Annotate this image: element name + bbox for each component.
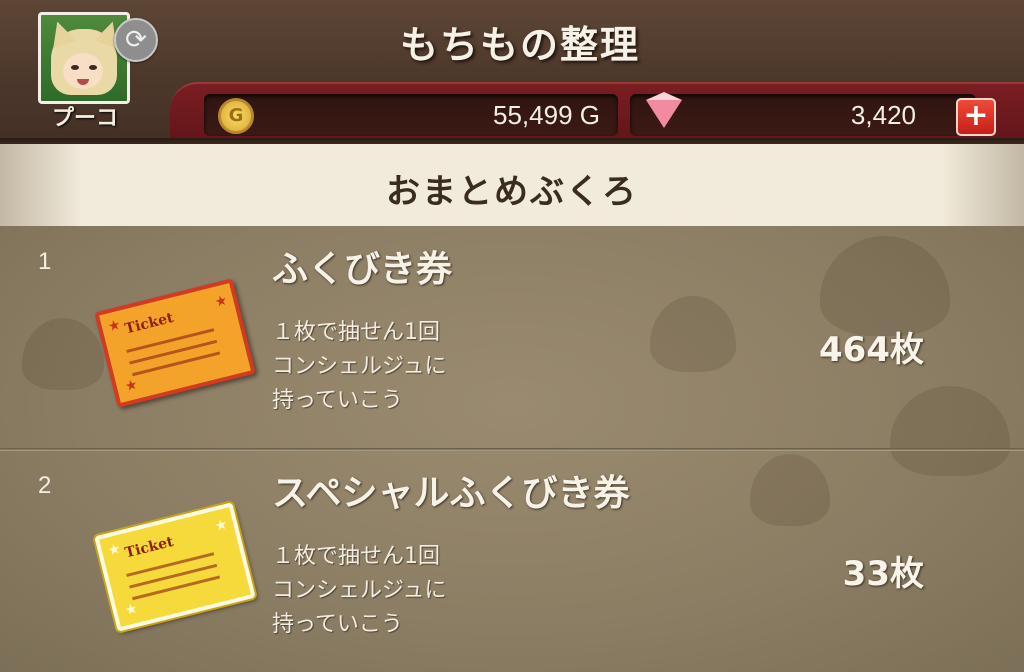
description-line: 持っていこう	[272, 388, 403, 413]
star-icon: ★	[106, 316, 123, 336]
ticket-line	[132, 351, 221, 377]
star-icon: ★	[123, 376, 140, 396]
ticket-line	[129, 563, 218, 589]
description-line: コンシェルジュに	[272, 354, 447, 379]
item-name: ふくびき券	[272, 249, 453, 290]
ticket-logo: Ticket	[123, 309, 176, 338]
item-count: 33枚	[842, 554, 924, 594]
gem-display: 3,420	[630, 92, 976, 136]
item-description: １枚で抽せん1回 コンシェルジュに 持っていこう	[272, 540, 446, 642]
swap-character-icon[interactable]: ⟳	[114, 18, 158, 62]
currency-bar: G 55,499 G 3,420 +	[170, 82, 1024, 144]
description-line: １枚で抽せん1回	[272, 320, 440, 345]
ticket-logo: Ticket	[123, 533, 176, 562]
avatar-eye	[71, 65, 79, 70]
ticket-line	[129, 339, 218, 365]
star-icon: ★	[213, 516, 230, 535]
item-name: スペシャルふくびき券	[272, 473, 630, 514]
item-index: 2	[38, 472, 52, 499]
list-item[interactable]: 2 ★ ★ ★ Ticket スペシャルふくびき券 １枚で抽せん1回 コンシェル…	[0, 450, 1024, 672]
page-title: もちもの整理	[399, 23, 640, 67]
description-line: 持っていこう	[272, 612, 403, 637]
gold-coin-icon: G	[218, 98, 254, 134]
item-list: 1 ★ ★ ★ Ticket ふくびき券 １枚で抽せん1回 コンシェルジュに 持…	[0, 226, 1024, 672]
player-name: プーコ	[51, 106, 118, 131]
ticket-line	[132, 575, 221, 601]
gem-icon	[646, 92, 682, 128]
gem-amount: 3,420	[850, 100, 916, 130]
description-line: コンシェルジュに	[272, 578, 447, 603]
section-title: おまとめぶくろ	[386, 172, 638, 212]
avatar[interactable]	[38, 12, 130, 104]
gold-display: G 55,499 G	[204, 94, 618, 136]
star-icon: ★	[213, 292, 230, 311]
description-line: １枚で抽せん1回	[272, 544, 440, 569]
gold-amount: 55,499 G	[493, 100, 600, 130]
star-icon: ★	[106, 540, 123, 560]
star-icon: ★	[123, 600, 140, 620]
special-ticket-icon: ★ ★ ★ Ticket	[94, 502, 256, 632]
ticket-icon: ★ ★ ★ Ticket	[94, 278, 256, 408]
section-header: おまとめぶくろ	[0, 144, 1024, 226]
avatar-eye	[89, 65, 97, 70]
list-item[interactable]: 1 ★ ★ ★ Ticket ふくびき券 １枚で抽せん1回 コンシェルジュに 持…	[0, 226, 1024, 451]
add-gems-button[interactable]: +	[956, 98, 996, 136]
item-description: １枚で抽せん1回 コンシェルジュに 持っていこう	[272, 316, 446, 418]
item-index: 1	[38, 248, 52, 275]
header: ⟳ プーコ もちもの整理 G 55,499 G 3,420 +	[0, 0, 1024, 144]
item-count: 464枚	[819, 330, 924, 370]
